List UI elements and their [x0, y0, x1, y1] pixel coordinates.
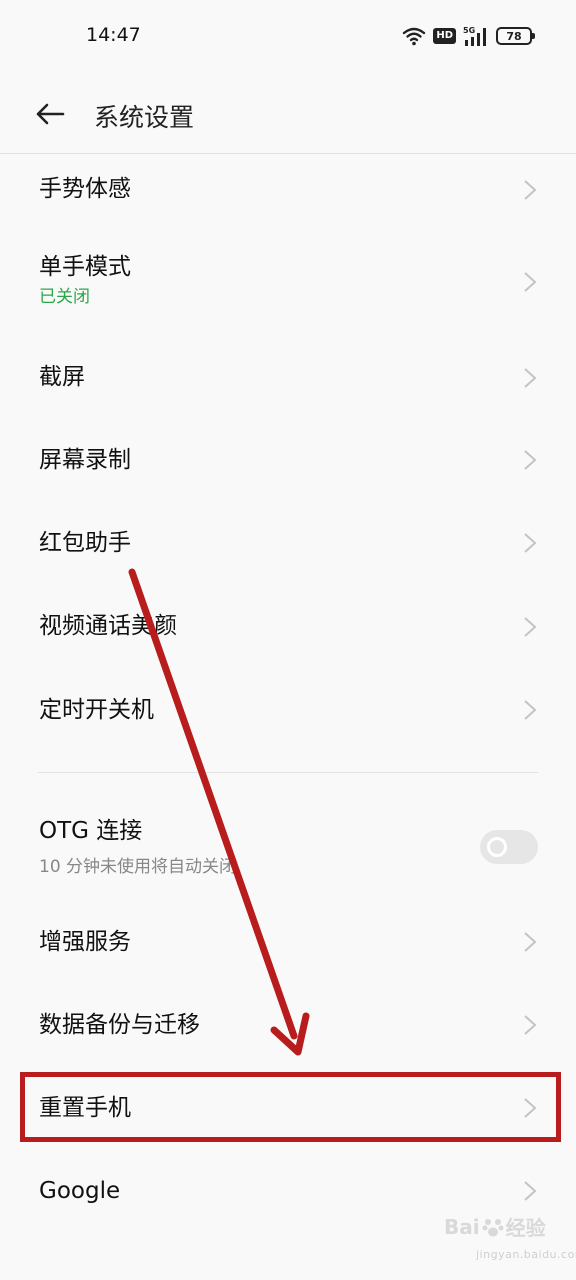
list-item-screen-record[interactable]: 屏幕录制 — [0, 422, 576, 498]
list-item-label: 手势体感 — [39, 176, 131, 202]
chevron-right-icon — [520, 366, 540, 390]
list-item-label: 视频通话美颜 — [39, 613, 177, 639]
list-item-one-hand[interactable]: 单手模式 已关闭 — [0, 240, 576, 336]
list-item-video-beauty[interactable]: 视频通话美颜 — [0, 590, 576, 666]
watermark-url: jingyan.baidu.com — [476, 1248, 576, 1261]
chevron-right-icon — [520, 930, 540, 954]
list-item-screenshot[interactable]: 截屏 — [0, 340, 576, 414]
chevron-right-icon — [520, 448, 540, 472]
list-item-label: 单手模式 — [39, 254, 131, 280]
list-item-red-packet[interactable]: 红包助手 — [0, 506, 576, 582]
chevron-right-icon — [520, 1096, 540, 1120]
list-item-label: 增强服务 — [39, 929, 131, 955]
list-item-enhanced-services[interactable]: 增强服务 — [0, 904, 576, 980]
otg-toggle[interactable] — [480, 830, 538, 864]
toggle-knob — [487, 837, 507, 857]
list-item-backup-migrate[interactable]: 数据备份与迁移 — [0, 988, 576, 1064]
paw-icon — [482, 1218, 504, 1236]
list-item-label: 定时开关机 — [39, 697, 154, 723]
list-item-label: Google — [39, 1178, 121, 1204]
chevron-right-icon — [520, 1179, 540, 1203]
list-item-gesture-row[interactable]: 手势体感 — [0, 154, 576, 226]
section-divider — [38, 772, 538, 773]
chevron-right-icon — [520, 1013, 540, 1037]
list-item-label: 红包助手 — [39, 530, 131, 556]
list-item-label: 重置手机 — [39, 1095, 131, 1121]
chevron-right-icon — [520, 531, 540, 555]
chevron-right-icon — [520, 270, 540, 294]
chevron-right-icon — [520, 698, 540, 722]
chevron-right-icon — [520, 178, 540, 202]
list-item-label: 数据备份与迁移 — [39, 1012, 200, 1038]
watermark-text-2: 经验 — [505, 1216, 546, 1240]
list-item-label: 屏幕录制 — [39, 447, 131, 473]
list-item-otg[interactable]: OTG 连接 10 分钟未使用将自动关闭 — [0, 806, 576, 892]
list-item-subtitle: 已关闭 — [39, 287, 90, 307]
list-item-label: OTG 连接 — [39, 818, 143, 844]
list-item-label: 截屏 — [39, 364, 85, 390]
list-item-scheduled-power[interactable]: 定时开关机 — [0, 674, 576, 750]
list-item-reset-phone[interactable]: 重置手机 — [0, 1072, 576, 1142]
watermark-text: Bai — [444, 1214, 480, 1239]
chevron-right-icon — [520, 615, 540, 639]
baidu-watermark: Bai 经验 — [444, 1212, 546, 1241]
list-item-subtitle: 10 分钟未使用将自动关闭 — [39, 857, 237, 877]
